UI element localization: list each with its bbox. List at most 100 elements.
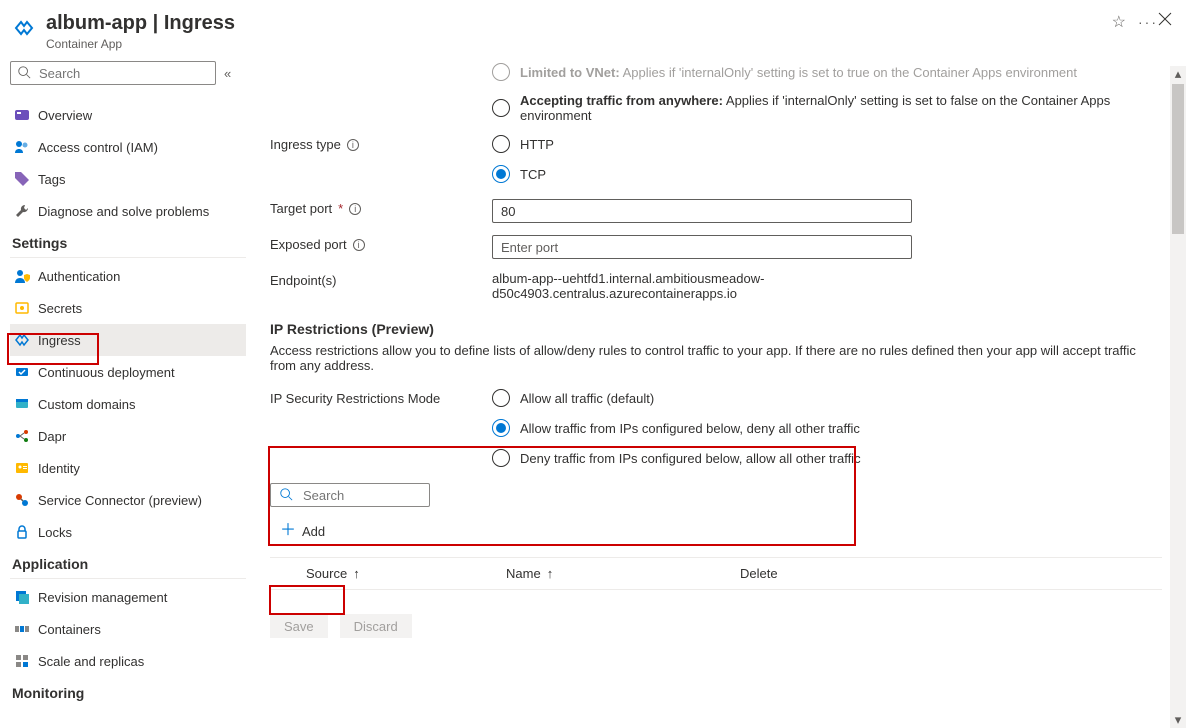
- sidebar-item-authentication[interactable]: Authentication: [10, 260, 246, 292]
- sidebar-item-dapr[interactable]: Dapr: [10, 420, 246, 452]
- scroll-up-icon[interactable]: ▴: [1170, 66, 1186, 82]
- collapse-sidebar-icon[interactable]: «: [224, 66, 231, 81]
- sidebar-item-scale-replicas[interactable]: Scale and replicas: [10, 645, 246, 677]
- sidebar-item-label: Dapr: [38, 429, 66, 444]
- sidebar-item-access-control[interactable]: Access control (IAM): [10, 131, 246, 163]
- column-source[interactable]: Source↑: [306, 566, 506, 581]
- sidebar: « Overview Access control (IAM) Tags Dia…: [10, 61, 246, 717]
- ingress-type-label: Ingress type: [270, 137, 341, 152]
- ip-rules-table-header: Source↑ Name↑ Delete: [270, 557, 1162, 590]
- sort-asc-icon: ↑: [353, 566, 360, 581]
- sidebar-item-diagnose[interactable]: Diagnose and solve problems: [10, 195, 246, 227]
- sidebar-item-identity[interactable]: Identity: [10, 452, 246, 484]
- option-label: Allow traffic from IPs configured below,…: [520, 421, 860, 436]
- ip-rules-search-input[interactable]: [301, 487, 481, 504]
- more-icon[interactable]: ···: [1138, 14, 1158, 30]
- ingress-traffic-anywhere-option[interactable]: Accepting traffic from anywhere: Applies…: [492, 93, 1162, 123]
- radio-icon: [492, 135, 510, 153]
- ingress-traffic-vnet-option: Limited to VNet: Applies if 'internalOnl…: [492, 63, 1162, 81]
- page-subtitle: Container App: [46, 37, 1100, 51]
- lock-icon: [14, 524, 30, 540]
- ingress-type-http[interactable]: HTTP: [492, 135, 1162, 153]
- radio-icon: [492, 419, 510, 437]
- column-name[interactable]: Name↑: [506, 566, 740, 581]
- sidebar-item-custom-domains[interactable]: Custom domains: [10, 388, 246, 420]
- info-icon[interactable]: i: [349, 203, 361, 215]
- sidebar-item-label: Scale and replicas: [38, 654, 144, 669]
- ip-restrictions-title: IP Restrictions (Preview): [270, 321, 1162, 337]
- sidebar-item-label: Locks: [38, 525, 72, 540]
- option-label: Deny traffic from IPs configured below, …: [520, 451, 861, 466]
- ipr-mode-allow-all[interactable]: Allow all traffic (default): [492, 389, 1162, 407]
- page-title: album-app | Ingress: [46, 12, 1100, 35]
- sidebar-item-label: Ingress: [38, 333, 81, 348]
- sidebar-item-locks[interactable]: Locks: [10, 516, 246, 548]
- sidebar-item-label: Service Connector (preview): [38, 493, 202, 508]
- sort-asc-icon: ↑: [547, 566, 554, 581]
- info-icon[interactable]: i: [347, 139, 359, 151]
- sidebar-group-settings: Settings: [10, 227, 246, 257]
- scroll-down-icon[interactable]: ▾: [1170, 712, 1186, 728]
- endpoints-label: Endpoint(s): [270, 273, 336, 288]
- info-icon[interactable]: i: [353, 239, 365, 251]
- container-app-icon: [10, 14, 38, 42]
- radio-icon: [492, 449, 510, 467]
- sidebar-item-secrets[interactable]: Secrets: [10, 292, 246, 324]
- main-content: Limited to VNet: Applies if 'internalOnl…: [246, 61, 1186, 717]
- favorite-star-icon[interactable]: ☆: [1112, 12, 1126, 32]
- sidebar-search-input[interactable]: [37, 65, 217, 82]
- sidebar-item-service-connector[interactable]: Service Connector (preview): [10, 484, 246, 516]
- sidebar-item-label: Overview: [38, 108, 92, 123]
- sidebar-search[interactable]: [10, 61, 216, 85]
- sidebar-item-label: Access control (IAM): [38, 140, 158, 155]
- sidebar-item-ingress[interactable]: Ingress: [10, 324, 246, 356]
- save-button[interactable]: Save: [270, 614, 328, 638]
- sidebar-group-monitoring: Monitoring: [10, 677, 246, 707]
- sidebar-item-label: Secrets: [38, 301, 82, 316]
- endpoints-value: album-app--uehtfd1.internal.ambitiousmea…: [492, 271, 912, 301]
- option-label: HTTP: [520, 137, 554, 152]
- sidebar-item-overview[interactable]: Overview: [10, 99, 246, 131]
- overview-icon: [14, 107, 30, 123]
- vertical-scrollbar[interactable]: ▴ ▾: [1170, 66, 1186, 728]
- ipr-mode-allow-list[interactable]: Allow traffic from IPs configured below,…: [492, 419, 1162, 437]
- ipr-mode-deny-list[interactable]: Deny traffic from IPs configured below, …: [492, 449, 1162, 467]
- option-label: Limited to VNet:: [520, 65, 620, 80]
- option-label: Accepting traffic from anywhere:: [520, 93, 723, 108]
- option-label: Allow all traffic (default): [520, 391, 654, 406]
- sidebar-item-containers[interactable]: Containers: [10, 613, 246, 645]
- sidebar-item-label: Revision management: [38, 590, 167, 605]
- key-icon: [14, 300, 30, 316]
- option-desc: Applies if 'internalOnly' setting is set…: [620, 65, 1077, 80]
- scroll-thumb[interactable]: [1172, 84, 1184, 234]
- exposed-port-input[interactable]: [492, 235, 912, 259]
- sidebar-item-label: Diagnose and solve problems: [38, 204, 209, 219]
- sidebar-item-revision-management[interactable]: Revision management: [10, 581, 246, 613]
- sidebar-item-continuous-deployment[interactable]: Continuous deployment: [10, 356, 246, 388]
- plus-icon: ＋: [280, 523, 296, 539]
- sidebar-item-tags[interactable]: Tags: [10, 163, 246, 195]
- ip-rules-search[interactable]: [270, 483, 430, 507]
- people-icon: [14, 139, 30, 155]
- column-delete: Delete: [740, 566, 1150, 581]
- target-port-input[interactable]: [492, 199, 912, 223]
- wrench-icon: [14, 203, 30, 219]
- target-port-label: Target port: [270, 201, 332, 216]
- containers-icon: [14, 621, 30, 637]
- sidebar-group-application: Application: [10, 548, 246, 578]
- sidebar-item-label: Custom domains: [38, 397, 136, 412]
- dapr-icon: [14, 428, 30, 444]
- close-icon[interactable]: [1158, 12, 1172, 29]
- sidebar-item-label: Containers: [38, 622, 101, 637]
- discard-button[interactable]: Discard: [340, 614, 412, 638]
- search-icon: [279, 487, 293, 504]
- revision-icon: [14, 589, 30, 605]
- ip-restrictions-mode-label: IP Security Restrictions Mode: [270, 391, 440, 406]
- sidebar-item-label: Authentication: [38, 269, 120, 284]
- sidebar-item-label: Identity: [38, 461, 80, 476]
- add-ip-rule-button[interactable]: ＋ Add: [270, 517, 335, 545]
- person-shield-icon: [14, 268, 30, 284]
- ingress-type-tcp[interactable]: TCP: [492, 165, 1162, 183]
- tag-icon: [14, 171, 30, 187]
- ingress-icon: [14, 332, 30, 348]
